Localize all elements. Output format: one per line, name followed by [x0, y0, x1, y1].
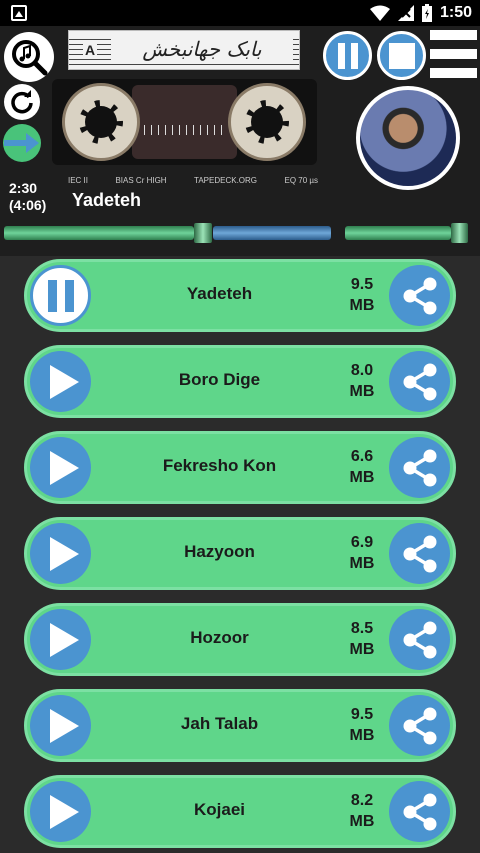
song-title: Boro Dige	[178, 370, 261, 389]
song-size: 9.5 MB	[349, 706, 375, 744]
pause-icon	[47, 279, 74, 312]
next-button[interactable]	[3, 124, 41, 162]
play-icon	[50, 450, 79, 485]
play-button[interactable]	[30, 695, 91, 756]
image-notification-icon	[11, 5, 27, 21]
tape-spec: BIAS Cr HIGH	[115, 176, 167, 185]
song-size: 6.9 MB	[349, 534, 375, 572]
total-duration: (4:06)	[9, 197, 47, 213]
refresh-icon	[11, 90, 33, 114]
artist-logo: بابک جهانبخش	[111, 37, 293, 61]
side-label: A	[83, 42, 98, 58]
stop-icon	[388, 42, 415, 69]
music-search-button[interactable]	[4, 32, 54, 82]
play-button[interactable]	[30, 437, 91, 498]
play-icon	[50, 536, 79, 571]
elapsed-time: 2:30	[9, 180, 38, 196]
play-icon	[50, 622, 79, 657]
song-title: Kojaei	[193, 800, 246, 819]
share-icon	[403, 277, 436, 314]
list-item[interactable]: Jah Talab 9.5 MB	[24, 689, 456, 762]
share-button[interactable]	[389, 265, 450, 326]
wifi-icon	[369, 5, 390, 21]
pause-song-button[interactable]	[30, 265, 91, 326]
time-display: 2:30 (4:06)	[9, 180, 46, 214]
share-icon	[403, 363, 436, 400]
song-title: Fekresho Kon	[162, 456, 277, 475]
volume-bar[interactable]	[345, 226, 451, 240]
player-panel: A بابک جهانبخش IEC II BIAS Cr HIGH TAPED…	[0, 26, 480, 256]
hamburger-menu-icon[interactable]	[430, 30, 477, 78]
music-search-icon	[12, 40, 48, 76]
play-button[interactable]	[30, 609, 91, 670]
signal-icon	[397, 5, 414, 21]
share-button[interactable]	[389, 523, 450, 584]
song-size: 8.0 MB	[349, 362, 375, 400]
seek-handle[interactable]	[194, 223, 212, 243]
song-list: Yadeteh 9.5 MB Boro Dige 8.0 MB Fekresho K…	[0, 256, 480, 853]
play-icon	[50, 708, 79, 743]
left-reel	[62, 83, 140, 161]
song-size: 9.5 MB	[349, 276, 375, 314]
play-button[interactable]	[30, 351, 91, 412]
stop-button[interactable]	[377, 31, 426, 80]
battery-icon	[421, 4, 432, 22]
song-title: Hozoor	[190, 628, 249, 647]
share-icon	[403, 621, 436, 658]
share-button[interactable]	[389, 695, 450, 756]
share-button[interactable]	[389, 437, 450, 498]
play-icon	[50, 364, 79, 399]
list-item[interactable]: Hazyoon 6.9 MB	[24, 517, 456, 590]
arrow-right-icon	[4, 133, 39, 153]
status-icons: 1:50	[369, 3, 472, 23]
song-size: 8.2 MB	[349, 792, 375, 830]
list-item[interactable]: Kojaei 8.2 MB	[24, 775, 456, 848]
list-item[interactable]: Hozoor 8.5 MB	[24, 603, 456, 676]
status-bar: 1:50	[0, 0, 480, 26]
song-title: Jah Talab	[180, 714, 259, 733]
seek-bar[interactable]	[4, 223, 470, 243]
share-icon	[403, 793, 436, 830]
share-icon	[403, 449, 436, 486]
song-size: 8.5 MB	[349, 620, 375, 658]
play-icon	[50, 794, 79, 829]
volume-handle[interactable]	[451, 223, 468, 243]
song-size: 6.6 MB	[349, 448, 375, 486]
tape-spec: IEC II	[68, 176, 89, 185]
list-item[interactable]: Yadeteh 9.5 MB	[24, 259, 456, 332]
list-item[interactable]: Fekresho Kon 6.6 MB	[24, 431, 456, 504]
artist-avatar	[356, 86, 460, 190]
pause-icon	[337, 42, 358, 69]
share-button[interactable]	[389, 609, 450, 670]
cassette-label: A بابک جهانبخش	[68, 30, 300, 70]
play-button[interactable]	[30, 781, 91, 842]
song-title: Hazyoon	[184, 542, 255, 561]
tape-specs: IEC II BIAS Cr HIGH TAPEDECK.ORG EQ 70 µ…	[68, 176, 318, 185]
play-button[interactable]	[30, 523, 91, 584]
cassette-tape	[52, 79, 317, 165]
share-icon	[403, 707, 436, 744]
share-button[interactable]	[389, 781, 450, 842]
share-button[interactable]	[389, 351, 450, 412]
refresh-button[interactable]	[4, 84, 40, 120]
right-reel	[228, 83, 306, 161]
status-time: 1:50	[439, 4, 472, 21]
song-title: Yadeteh	[186, 284, 253, 303]
share-icon	[403, 535, 436, 572]
pause-button[interactable]	[323, 31, 372, 80]
list-item[interactable]: Boro Dige 8.0 MB	[24, 345, 456, 418]
now-playing-title: Yadeteh	[72, 190, 142, 210]
tape-spec: TAPEDECK.ORG	[194, 176, 258, 185]
tape-spec: EQ 70 µs	[284, 176, 318, 185]
